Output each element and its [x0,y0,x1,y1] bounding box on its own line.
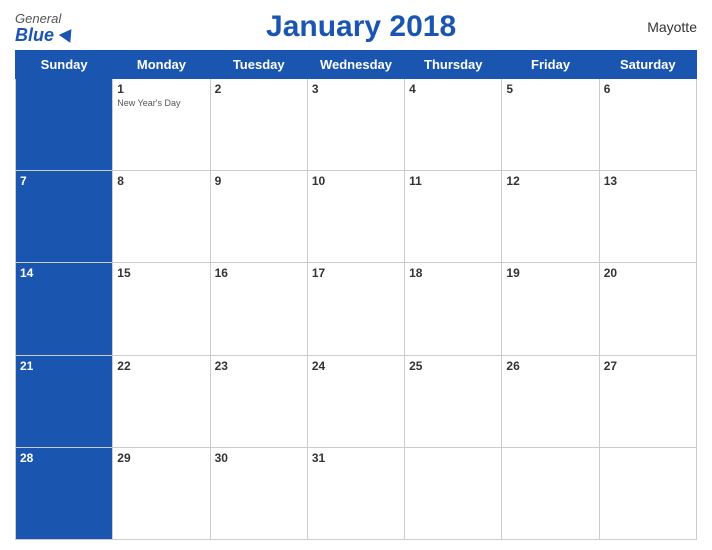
day-number: 23 [215,359,303,373]
calendar-week-row: 789 10 11 12 13 [16,171,697,263]
calendar-cell: 8 [113,171,210,263]
day-number: 18 [409,266,497,280]
col-friday: Friday [502,51,599,79]
day-number: 19 [506,266,594,280]
calendar-cell: 27 [599,355,696,447]
calendar-cell: 29 [113,447,210,539]
day-number: 22 [117,359,205,373]
day-number: 31 [312,451,400,465]
day-number: 15 [117,266,205,280]
calendar-cell: 11 [405,171,502,263]
calendar-cell: 1 New Year's Day [113,79,210,171]
logo: General Blue [15,11,75,44]
day-number: 12 [506,174,594,188]
calendar-cell: 5 [502,79,599,171]
day-number: 7 [20,174,108,188]
calendar-cell: 22 [113,355,210,447]
day-number: 26 [506,359,594,373]
calendar-table: Sunday Monday Tuesday Wednesday Thursday… [15,50,697,540]
day-number: 2 [215,82,303,96]
calendar-cell: 14 [16,263,113,355]
calendar-cell: 20 [599,263,696,355]
logo-blue-label: Blue [15,25,54,45]
calendar-cell: 21 [16,355,113,447]
calendar-cell: 3 [307,79,404,171]
day-number: 24 [312,359,400,373]
day-number: 6 [604,82,692,96]
day-number: 27 [604,359,692,373]
day-number: 1 [117,82,205,96]
day-number: 17 [312,266,400,280]
calendar-cell: 2 [210,79,307,171]
calendar-cell: 18 [405,263,502,355]
calendar-cell: 25 [405,355,502,447]
calendar-cell [502,447,599,539]
day-number: 25 [409,359,497,373]
day-number: 4 [409,82,497,96]
day-number: 11 [409,174,497,188]
day-number: 13 [604,174,692,188]
day-number: 30 [215,451,303,465]
calendar-cell: 19 [502,263,599,355]
day-number: 8 [117,174,205,188]
calendar-cell: 16 [210,263,307,355]
day-number: 14 [20,266,108,280]
calendar-cell [16,79,113,171]
calendar-cell: 13 [599,171,696,263]
day-number: 9 [215,174,303,188]
calendar-cell: 23 [210,355,307,447]
calendar-cell: 15 [113,263,210,355]
col-sunday: Sunday [16,51,113,79]
day-number: 3 [312,82,400,96]
days-of-week-row: Sunday Monday Tuesday Wednesday Thursday… [16,51,697,79]
calendar-title: January 2018 [266,10,456,43]
calendar-cell: 7 [16,171,113,263]
day-number: 5 [506,82,594,96]
day-number: 10 [312,174,400,188]
day-number: 21 [20,359,108,373]
col-monday: Monday [113,51,210,79]
region-label: Mayotte [647,19,697,35]
calendar-page: General Blue January 2018 Mayotte Sunday… [0,0,712,550]
header: General Blue January 2018 Mayotte [15,10,697,44]
calendar-cell: 4 [405,79,502,171]
day-number: 16 [215,266,303,280]
calendar-cell: 9 [210,171,307,263]
col-wednesday: Wednesday [307,51,404,79]
calendar-week-row: 28 29 30 31 [16,447,697,539]
calendar-cell [405,447,502,539]
logo-blue-text: Blue [15,26,75,44]
calendar-week-row: 14 15 16 17 18 19 20 [16,263,697,355]
event-label: New Year's Day [117,98,205,109]
col-saturday: Saturday [599,51,696,79]
calendar-cell: 17 [307,263,404,355]
calendar-cell: 12 [502,171,599,263]
calendar-cell: 30 [210,447,307,539]
col-thursday: Thursday [405,51,502,79]
day-number: 28 [20,451,108,465]
calendar-cell: 6 [599,79,696,171]
calendar-cell: 10 [307,171,404,263]
col-tuesday: Tuesday [210,51,307,79]
calendar-cell: 28 [16,447,113,539]
calendar-week-row: 21 22 23 24 25 26 27 [16,355,697,447]
calendar-week-row: 1 New Year's Day 23456 [16,79,697,171]
calendar-cell: 26 [502,355,599,447]
day-number: 20 [604,266,692,280]
calendar-body: 1New Year's Day2345678910111213141516171… [16,79,697,540]
day-number: 29 [117,451,205,465]
logo-general-text: General [15,11,61,26]
calendar-cell [599,447,696,539]
calendar-cell: 31 [307,447,404,539]
title-area: January 2018 [75,10,647,44]
calendar-header: Sunday Monday Tuesday Wednesday Thursday… [16,51,697,79]
calendar-cell: 24 [307,355,404,447]
